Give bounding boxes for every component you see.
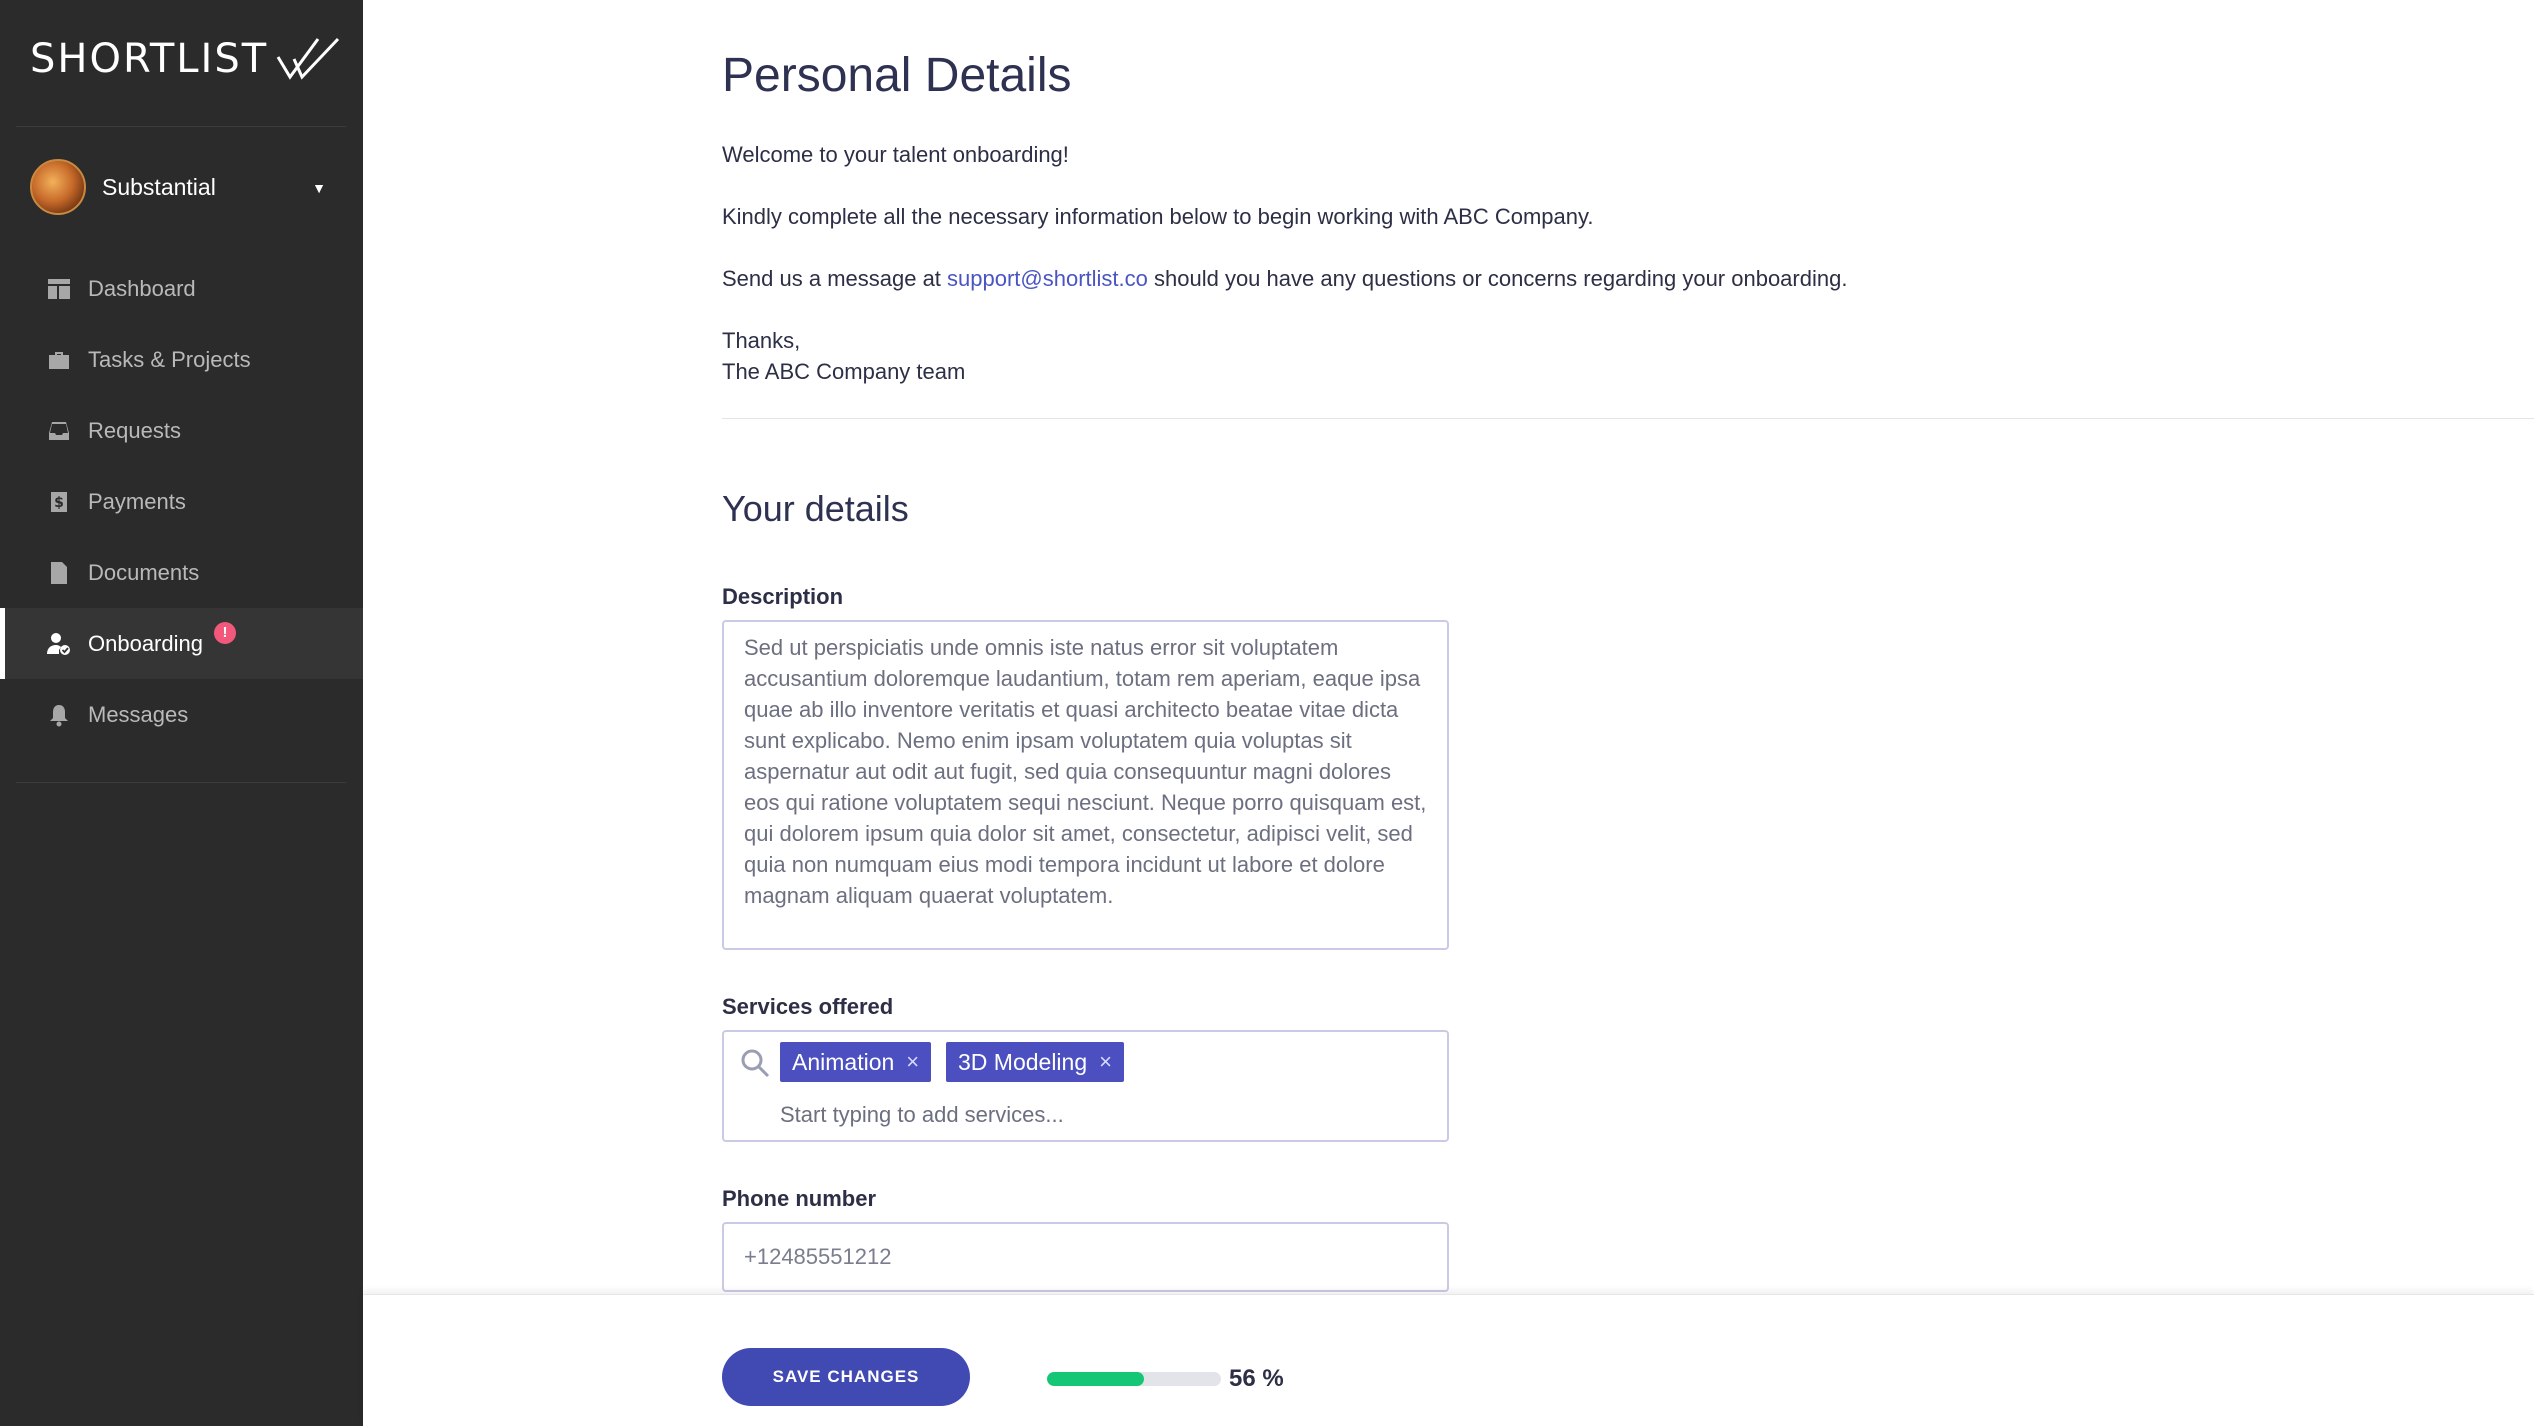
logo-check-icon: [276, 37, 340, 80]
sidebar-item-payments[interactable]: $ Payments: [0, 466, 363, 537]
sidebar-item-dashboard[interactable]: Dashboard: [0, 253, 363, 324]
main-content: Personal Details Welcome to your talent …: [363, 0, 2534, 1426]
service-tag-label: Animation: [792, 1049, 895, 1075]
sidebar-divider: [16, 782, 346, 783]
progress-bar: [1047, 1372, 1221, 1386]
briefcase-icon: [46, 347, 72, 373]
avatar: [30, 159, 86, 215]
save-button[interactable]: SAVE CHANGES: [722, 1348, 970, 1406]
sidebar-item-tasks[interactable]: Tasks & Projects: [0, 324, 363, 395]
instructions-text: Kindly complete all the necessary inform…: [722, 204, 1594, 229]
dollar-icon: $: [46, 489, 72, 515]
sidebar-item-label: Tasks & Projects: [88, 346, 251, 372]
document-icon: [46, 560, 72, 586]
dashboard-icon: [46, 276, 72, 302]
phone-field[interactable]: [722, 1222, 1449, 1292]
remove-tag-icon[interactable]: ×: [906, 1042, 919, 1082]
logo[interactable]: SHORTLIST: [30, 36, 340, 82]
signoff-thanks: Thanks,: [722, 328, 801, 353]
progress-fill: [1047, 1372, 1145, 1386]
sidebar-item-label: Dashboard: [88, 275, 196, 301]
alert-badge: !: [214, 622, 236, 644]
user-menu[interactable]: Substantial ▼: [30, 158, 340, 216]
sidebar: SHORTLIST Substantial ▼ Dashboard Tasks …: [0, 0, 363, 1426]
services-search-input[interactable]: [780, 1098, 1380, 1132]
search-icon: [741, 1049, 770, 1078]
support-email-link[interactable]: support@shortlist.co: [947, 266, 1148, 291]
remove-tag-icon[interactable]: ×: [1099, 1042, 1112, 1082]
inbox-icon: [46, 418, 72, 444]
svg-text:$: $: [54, 495, 64, 511]
description-textarea[interactable]: [722, 620, 1449, 950]
sidebar-item-requests[interactable]: Requests: [0, 395, 363, 466]
phone-label: Phone number: [722, 1186, 877, 1211]
sidebar-item-messages[interactable]: Messages: [0, 679, 363, 750]
sidebar-item-label: Documents: [88, 559, 200, 585]
welcome-text: Welcome to your talent onboarding!: [722, 142, 1069, 167]
user-check-icon: [46, 631, 72, 657]
user-name: Substantial: [102, 173, 216, 200]
sidebar-divider: [16, 126, 346, 127]
footer-bar: SAVE CHANGES 56 %: [363, 1294, 2534, 1426]
service-tag: 3D Modeling ×: [946, 1042, 1124, 1082]
sidebar-item-documents[interactable]: Documents: [0, 537, 363, 608]
contact-prefix: Send us a message at: [722, 266, 948, 291]
page-title: Personal Details: [722, 49, 1072, 102]
bell-icon: [46, 702, 72, 728]
service-tag: Animation ×: [780, 1042, 932, 1082]
contact-text: Send us a message at support@shortlist.c…: [722, 266, 1847, 292]
service-tag-label: 3D Modeling: [958, 1049, 1088, 1075]
sidebar-item-label: Onboarding: [88, 630, 203, 656]
sidebar-nav: Dashboard Tasks & Projects Requests $ Pa…: [0, 253, 363, 750]
sidebar-item-onboarding[interactable]: Onboarding !: [0, 608, 363, 679]
logo-text: SHORTLIST: [30, 36, 269, 82]
section-title: Your details: [722, 488, 909, 529]
services-tag-input[interactable]: Animation × 3D Modeling ×: [722, 1030, 1449, 1142]
sidebar-item-label: Requests: [88, 417, 181, 443]
sidebar-item-label: Payments: [88, 488, 186, 514]
contact-suffix: should you have any questions or concern…: [1147, 266, 1848, 291]
sidebar-item-label: Messages: [88, 701, 189, 727]
description-label: Description: [722, 584, 844, 609]
section-divider: [722, 418, 2534, 419]
services-label: Services offered: [722, 994, 894, 1019]
caret-down-icon: ▼: [312, 180, 326, 196]
progress-label: 56 %: [1229, 1365, 1284, 1392]
signoff-team: The ABC Company team: [722, 359, 966, 384]
